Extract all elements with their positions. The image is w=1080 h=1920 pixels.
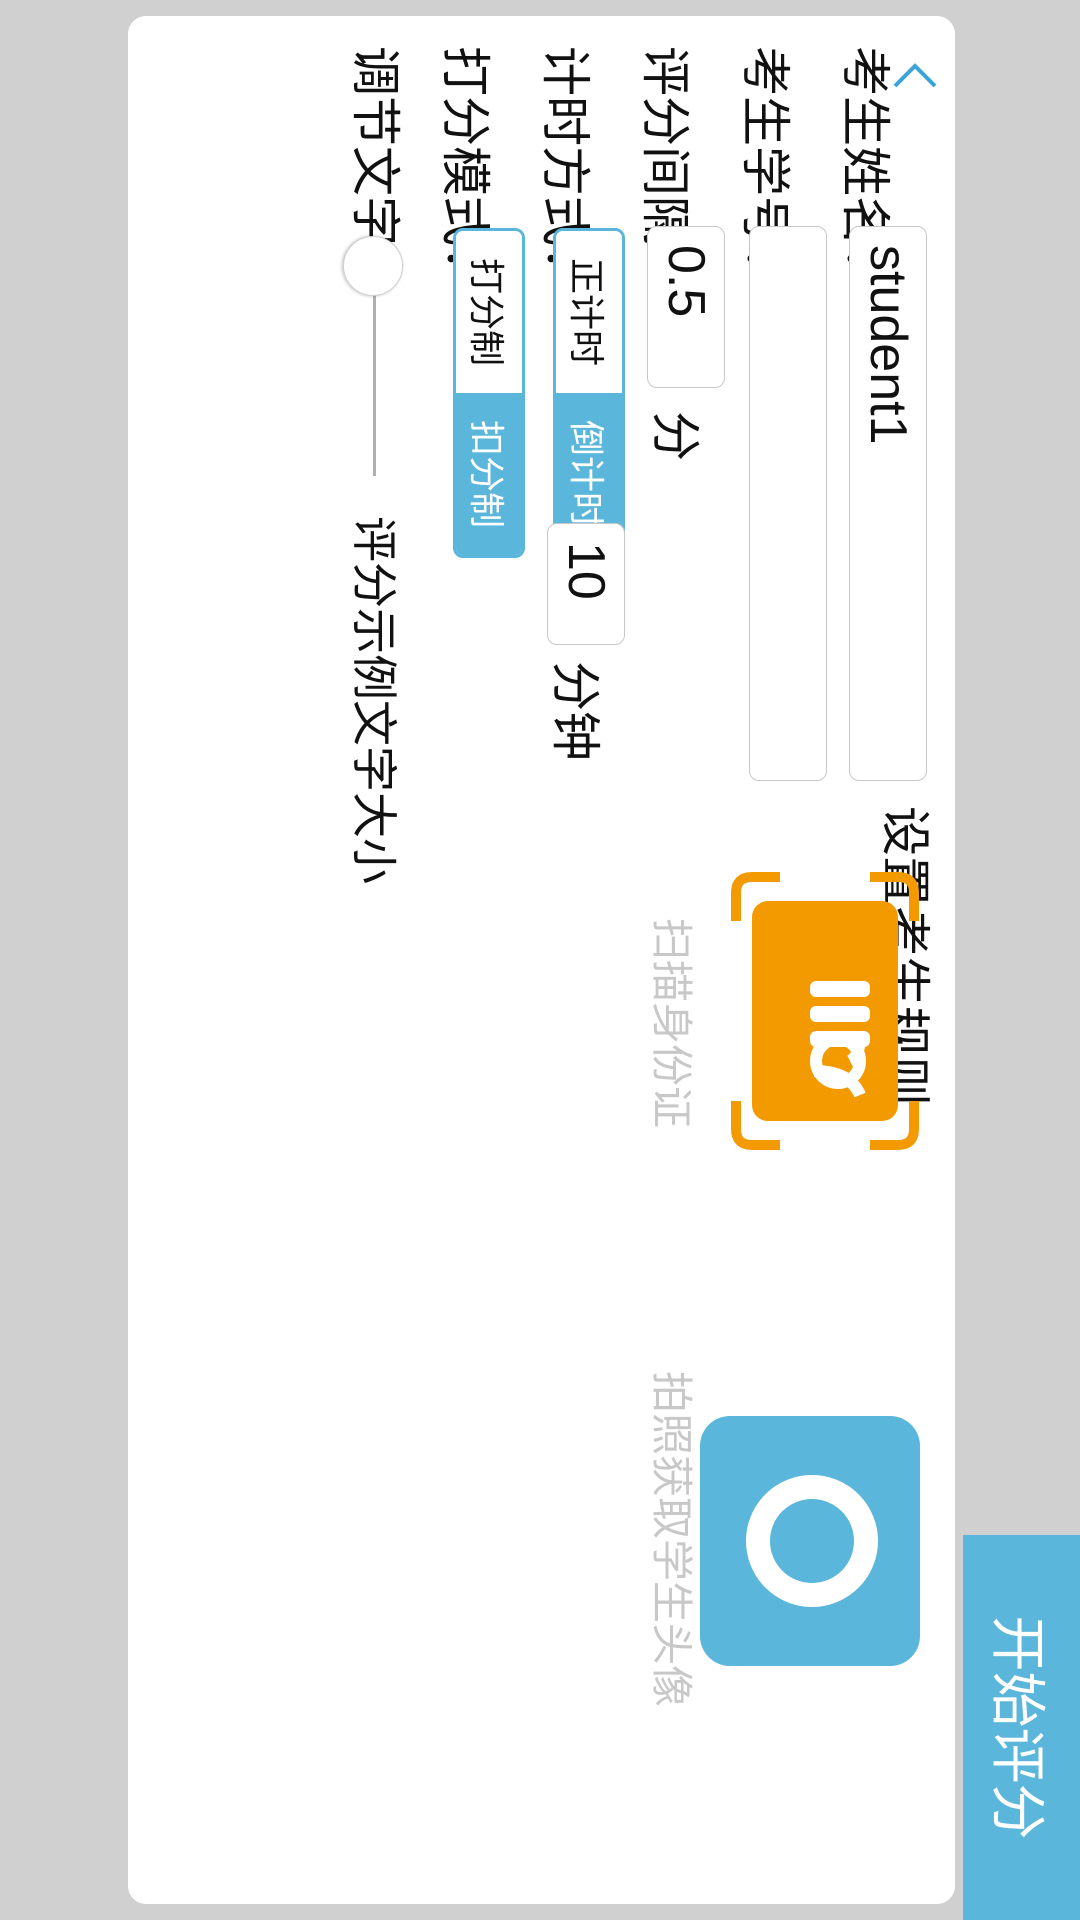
name-value: student1 (859, 245, 917, 445)
mode-option-deduct[interactable]: 扣分制 (456, 393, 522, 555)
font-sample-text: 评分示例文字大小 (347, 516, 401, 884)
timer-minutes-input[interactable]: 10 (547, 523, 625, 645)
slider-thumb[interactable] (343, 236, 403, 296)
timer-mode-toggle: 正计时 倒计时 (553, 228, 625, 558)
font-size-slider[interactable] (323, 236, 423, 496)
slider-track (373, 266, 376, 476)
timer-minutes-value: 10 (557, 542, 615, 600)
id-card-scan-icon (731, 872, 919, 1150)
scan-id-button[interactable] (730, 871, 920, 1151)
take-photo-button[interactable] (700, 1416, 920, 1686)
start-scoring-button[interactable]: 开始评分 (963, 1535, 1080, 1920)
student-id-input[interactable] (749, 226, 827, 781)
interval-unit: 分 (646, 411, 704, 461)
interval-input[interactable]: 0.5 (647, 226, 725, 388)
scoring-mode-toggle: 打分制 扣分制 (453, 228, 525, 558)
scan-id-caption: 扫描身份证 (647, 918, 696, 1129)
photo-caption: 拍照获取学生头像 (647, 1371, 696, 1708)
camera-icon (700, 1416, 920, 1666)
mode-option-add[interactable]: 打分制 (456, 231, 522, 393)
timer-option-count-up[interactable]: 正计时 (556, 231, 622, 393)
interval-value: 0.5 (657, 245, 715, 318)
timer-unit: 分钟 (546, 661, 604, 761)
settings-card: 设置考生规则 考生姓名： student1 考生学号： 评分间隔： 0.5 分 … (128, 16, 955, 1904)
name-input[interactable]: student1 (849, 226, 927, 781)
app-screen: 设置考生规则 考生姓名： student1 考生学号： 评分间隔： 0.5 分 … (0, 0, 1080, 1920)
